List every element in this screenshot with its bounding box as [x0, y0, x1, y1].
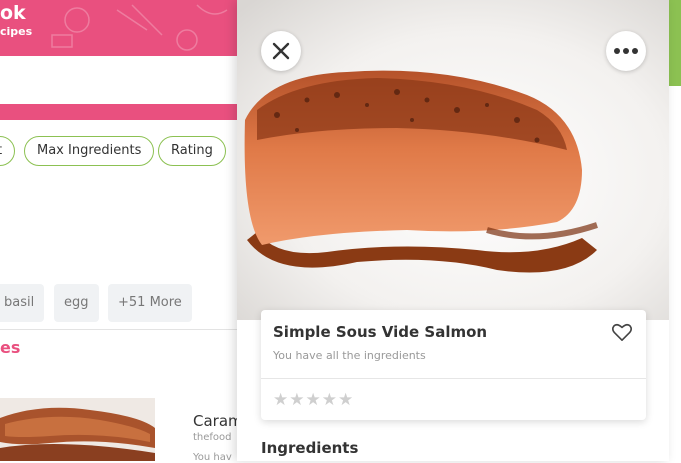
header-pattern-icon	[51, 4, 228, 51]
recipe-thumbnail[interactable]	[0, 398, 155, 461]
more-icon	[614, 48, 638, 54]
thumbnail-image	[0, 398, 155, 461]
app-tagline: cipes	[0, 25, 33, 38]
favorite-button[interactable]	[611, 322, 633, 346]
list-item-subtitle: You hav	[193, 452, 232, 463]
list-item-source: thefood	[193, 432, 232, 443]
filter-chip-rating[interactable]: Rating	[158, 136, 226, 166]
section-title: es	[0, 338, 21, 357]
ingredient-pill-egg[interactable]: egg	[54, 284, 99, 322]
header-bottom-band	[0, 104, 237, 120]
card-divider	[261, 378, 646, 379]
list-item-title[interactable]: Caram	[193, 412, 243, 430]
recipe-detail-panel: Simple Sous Vide Salmon You have all the…	[237, 0, 669, 461]
recipe-availability: You have all the ingredients	[273, 349, 426, 362]
list-divider	[0, 329, 237, 330]
ingredient-pill-more[interactable]: +51 More	[108, 284, 192, 322]
ingredients-heading: Ingredients	[261, 439, 359, 457]
filter-chip-max-ingredients[interactable]: Max Ingredients	[24, 136, 155, 166]
search-bar[interactable]	[0, 56, 237, 104]
salmon-image	[237, 0, 669, 320]
recipe-summary-card: Simple Sous Vide Salmon You have all the…	[261, 310, 646, 420]
app-logo-text: ok	[0, 2, 26, 24]
close-button[interactable]	[261, 31, 301, 71]
close-icon	[272, 42, 290, 60]
side-accent-bar	[669, 0, 681, 86]
heart-icon	[611, 323, 633, 341]
recipe-photo	[237, 0, 669, 320]
ingredient-pill-basil[interactable]: basil	[0, 284, 44, 322]
app-header: ok cipes	[0, 0, 237, 56]
more-options-button[interactable]	[606, 31, 646, 71]
rating-stars[interactable]: ★★★★★	[273, 390, 354, 410]
recipe-title: Simple Sous Vide Salmon	[273, 323, 488, 341]
